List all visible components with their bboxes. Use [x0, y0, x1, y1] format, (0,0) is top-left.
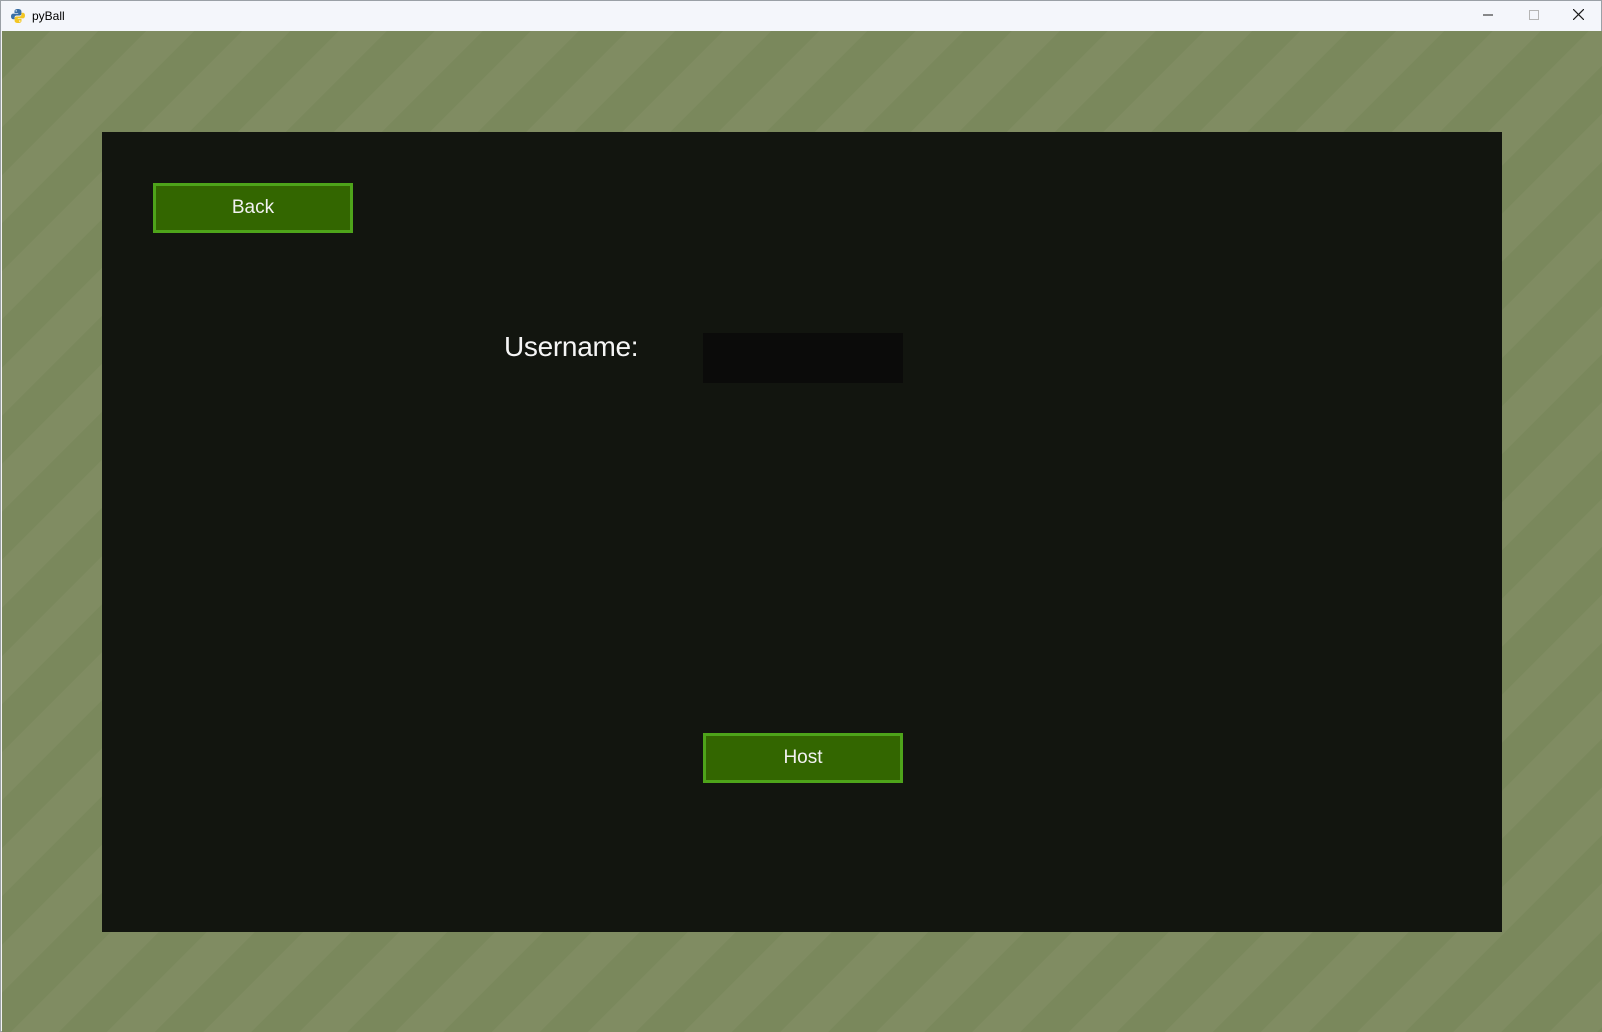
close-icon — [1572, 7, 1584, 25]
window-title: pyBall — [32, 9, 65, 23]
title-bar[interactable]: pyBall — [1, 1, 1601, 31]
host-button[interactable]: Host — [703, 733, 903, 783]
username-input[interactable] — [703, 333, 903, 383]
maximize-button[interactable] — [1511, 1, 1557, 31]
back-button[interactable]: Back — [153, 183, 353, 233]
maximize-icon — [1529, 7, 1539, 25]
host-menu-panel: Back Username: Host — [102, 132, 1502, 932]
close-button[interactable] — [1555, 1, 1601, 31]
game-surface: Back Username: Host — [2, 31, 1602, 1032]
username-label: Username: — [504, 331, 639, 362]
minimize-button[interactable] — [1465, 1, 1511, 31]
minimize-icon — [1483, 7, 1493, 25]
app-window: pyBall Back Username: Host — [0, 0, 1602, 1032]
python-icon — [10, 8, 26, 24]
